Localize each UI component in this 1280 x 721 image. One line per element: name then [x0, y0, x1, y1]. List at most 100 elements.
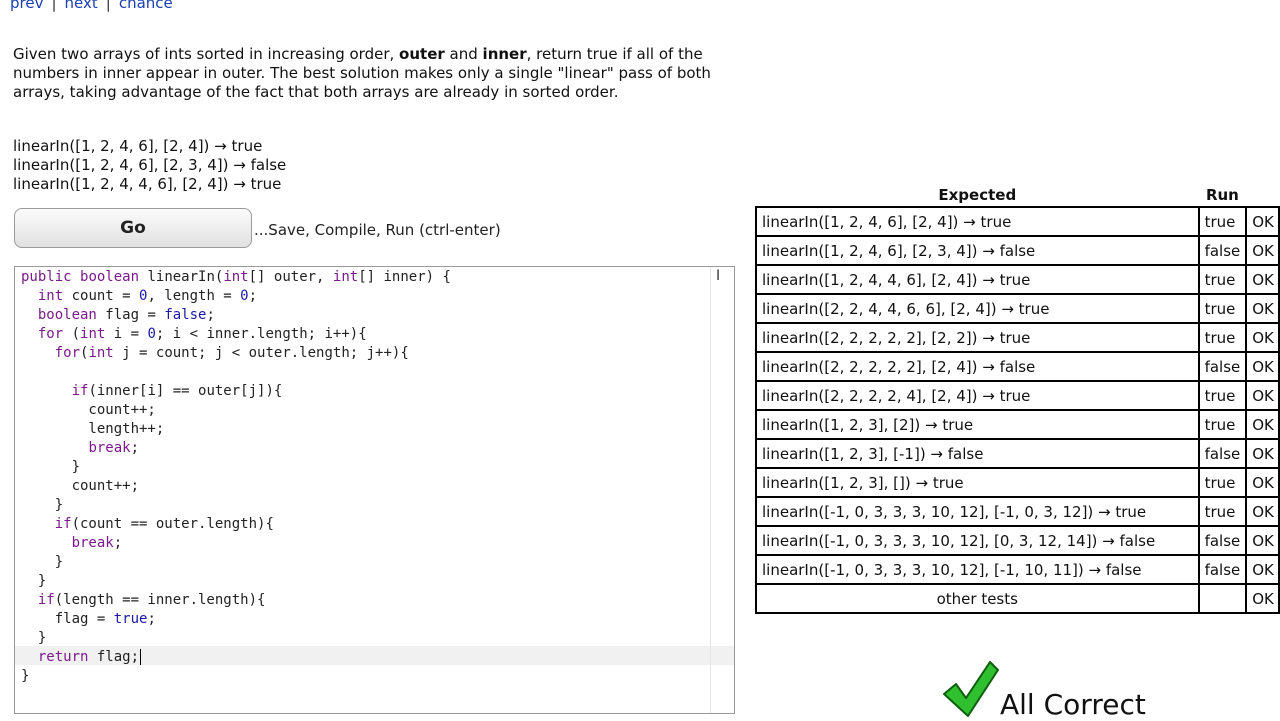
expected-column-header: Expected: [938, 186, 1017, 204]
run-cell: false: [1197, 554, 1248, 585]
problem-nav: prev | next | chance: [10, 0, 173, 12]
code-line[interactable]: }: [21, 667, 451, 686]
expected-cell: linearIn([1, 2, 4, 6], [2, 4]) → true: [755, 206, 1200, 237]
expected-cell: linearIn([1, 2, 4, 6], [2, 3, 4]) → fals…: [755, 235, 1200, 266]
status-column-header: [1246, 184, 1279, 207]
code-line[interactable]: }: [21, 629, 451, 648]
checkmark-icon: [943, 661, 999, 717]
text-cursor-icon: I: [716, 268, 721, 284]
all-correct-label: All Correct: [1000, 688, 1146, 721]
run-cell: true: [1197, 380, 1248, 411]
results-body: linearIn([1, 2, 4, 6], [2, 4]) → true tru…: [755, 206, 1280, 614]
run-cell: true: [1197, 496, 1248, 527]
example-line: linearIn([1, 2, 4, 4, 6], [2, 4]) → true: [13, 175, 282, 193]
expected-cell: linearIn([-1, 0, 3, 3, 3, 10, 12], [0, 3…: [755, 525, 1200, 556]
code-line[interactable]: length++;: [21, 420, 451, 439]
result-row: linearIn([2, 2, 2, 2, 2], [2, 2]) → true…: [755, 322, 1280, 353]
results-table: Expected Run linearIn([1, 2, 4, 6], [2, …: [755, 184, 1280, 614]
caret: [140, 649, 142, 665]
run-cell: true: [1197, 409, 1248, 440]
result-row: linearIn([1, 2, 3], []) → true true OK: [755, 467, 1280, 498]
code-line[interactable]: if(length == inner.length){: [21, 591, 451, 610]
status-cell: OK: [1245, 409, 1280, 440]
status-cell: OK: [1245, 525, 1280, 556]
description-text: Given two arrays of ints sorted in incre…: [13, 45, 400, 63]
go-button[interactable]: Go: [14, 208, 252, 248]
code-line[interactable]: for (int i = 0; i < inner.length; i++){: [21, 325, 451, 344]
run-cell: true: [1197, 206, 1248, 237]
result-row: linearIn([-1, 0, 3, 3, 3, 10, 12], [-1, …: [755, 496, 1280, 527]
nav-separator: |: [105, 0, 111, 12]
status-cell: OK: [1245, 206, 1280, 237]
code-line[interactable]: }: [21, 458, 451, 477]
problem-description: Given two arrays of ints sorted in incre…: [13, 45, 743, 102]
expected-cell: linearIn([1, 2, 3], []) → true: [755, 467, 1200, 498]
result-row: linearIn([1, 2, 3], [-1]) → false false OK: [755, 438, 1280, 469]
code-line[interactable]: if(count == outer.length){: [21, 515, 451, 534]
code-line[interactable]: [21, 363, 451, 382]
run-cell: false: [1197, 235, 1248, 266]
result-row: linearIn([-1, 0, 3, 3, 3, 10, 12], [-1, …: [755, 554, 1280, 585]
status-cell: OK: [1245, 322, 1280, 353]
expected-cell: linearIn([1, 2, 3], [-1]) → false: [755, 438, 1200, 469]
run-cell: true: [1197, 264, 1248, 295]
result-row: linearIn([1, 2, 4, 6], [2, 4]) → true tru…: [755, 206, 1280, 237]
expected-cell: linearIn([-1, 0, 3, 3, 3, 10, 12], [-1, …: [755, 496, 1200, 527]
code-line[interactable]: }: [21, 572, 451, 591]
other-tests-label: other tests: [755, 583, 1200, 614]
result-row: linearIn([1, 2, 4, 6], [2, 3, 4]) → fals…: [755, 235, 1280, 266]
chance-link[interactable]: chance: [119, 0, 173, 12]
code-line[interactable]: for(int j = count; j < outer.length; j++…: [21, 344, 451, 363]
result-row: linearIn([2, 2, 2, 2, 2], [2, 4]) → fals…: [755, 351, 1280, 382]
description-term-inner: inner: [482, 45, 527, 63]
code-editor[interactable]: public boolean linearIn(int[] outer, int…: [14, 266, 735, 714]
status-cell: OK: [1245, 554, 1280, 585]
status-cell: OK: [1245, 264, 1280, 295]
code-line[interactable]: count++;: [21, 401, 451, 420]
result-row: linearIn([1, 2, 3], [2]) → true true OK: [755, 409, 1280, 440]
run-cell: [1197, 583, 1248, 614]
expected-cell: linearIn([1, 2, 3], [2]) → true: [755, 409, 1200, 440]
expected-cell: linearIn([2, 2, 2, 2, 2], [2, 4]) → fals…: [755, 351, 1200, 382]
description-term-outer: outer: [399, 45, 445, 63]
other-tests-row: other tests OK: [755, 583, 1280, 614]
code-line[interactable]: return flag;: [21, 648, 451, 667]
expected-cell: linearIn([2, 2, 2, 2, 2], [2, 2]) → true: [755, 322, 1200, 353]
code-line[interactable]: boolean flag = false;: [21, 306, 451, 325]
code-line[interactable]: public boolean linearIn(int[] outer, int…: [21, 268, 451, 287]
code-line[interactable]: break;: [21, 534, 451, 553]
result-row: linearIn([2, 2, 4, 4, 6, 6], [2, 4]) → t…: [755, 293, 1280, 324]
status-cell: OK: [1245, 438, 1280, 469]
run-cell: true: [1197, 322, 1248, 353]
prev-link[interactable]: prev: [10, 0, 43, 12]
description-text: and: [444, 45, 483, 63]
status-cell: OK: [1245, 496, 1280, 527]
expected-cell: linearIn([2, 2, 4, 4, 6, 6], [2, 4]) → t…: [755, 293, 1200, 324]
expected-cell: linearIn([1, 2, 4, 4, 6], [2, 4]) → true: [755, 264, 1200, 295]
print-margin: [710, 267, 711, 713]
code-line[interactable]: }: [21, 496, 451, 515]
status-cell: OK: [1245, 235, 1280, 266]
example-line: linearIn([1, 2, 4, 6], [2, 4]) → true: [13, 137, 263, 155]
next-link[interactable]: next: [65, 0, 98, 12]
code-line[interactable]: if(inner[i] == outer[j]){: [21, 382, 451, 401]
code-line[interactable]: flag = true;: [21, 610, 451, 629]
go-hint: ...Save, Compile, Run (ctrl-enter): [254, 221, 501, 239]
run-cell: false: [1197, 525, 1248, 556]
code-line[interactable]: int count = 0, length = 0;: [21, 287, 451, 306]
run-cell: true: [1197, 293, 1248, 324]
result-summary: All Correct: [942, 656, 1262, 721]
code-text[interactable]: public boolean linearIn(int[] outer, int…: [21, 268, 451, 686]
run-cell: true: [1197, 467, 1248, 498]
status-cell: OK: [1245, 351, 1280, 382]
status-cell: OK: [1245, 467, 1280, 498]
example-line: linearIn([1, 2, 4, 6], [2, 3, 4]) → fals…: [13, 156, 287, 174]
nav-separator: |: [51, 0, 57, 12]
result-row: linearIn([1, 2, 4, 4, 6], [2, 4]) → true…: [755, 264, 1280, 295]
result-row: linearIn([2, 2, 2, 2, 4], [2, 4]) → true…: [755, 380, 1280, 411]
status-cell: OK: [1245, 380, 1280, 411]
expected-cell: linearIn([2, 2, 2, 2, 4], [2, 4]) → true: [755, 380, 1200, 411]
code-line[interactable]: count++;: [21, 477, 451, 496]
code-line[interactable]: }: [21, 553, 451, 572]
code-line[interactable]: break;: [21, 439, 451, 458]
